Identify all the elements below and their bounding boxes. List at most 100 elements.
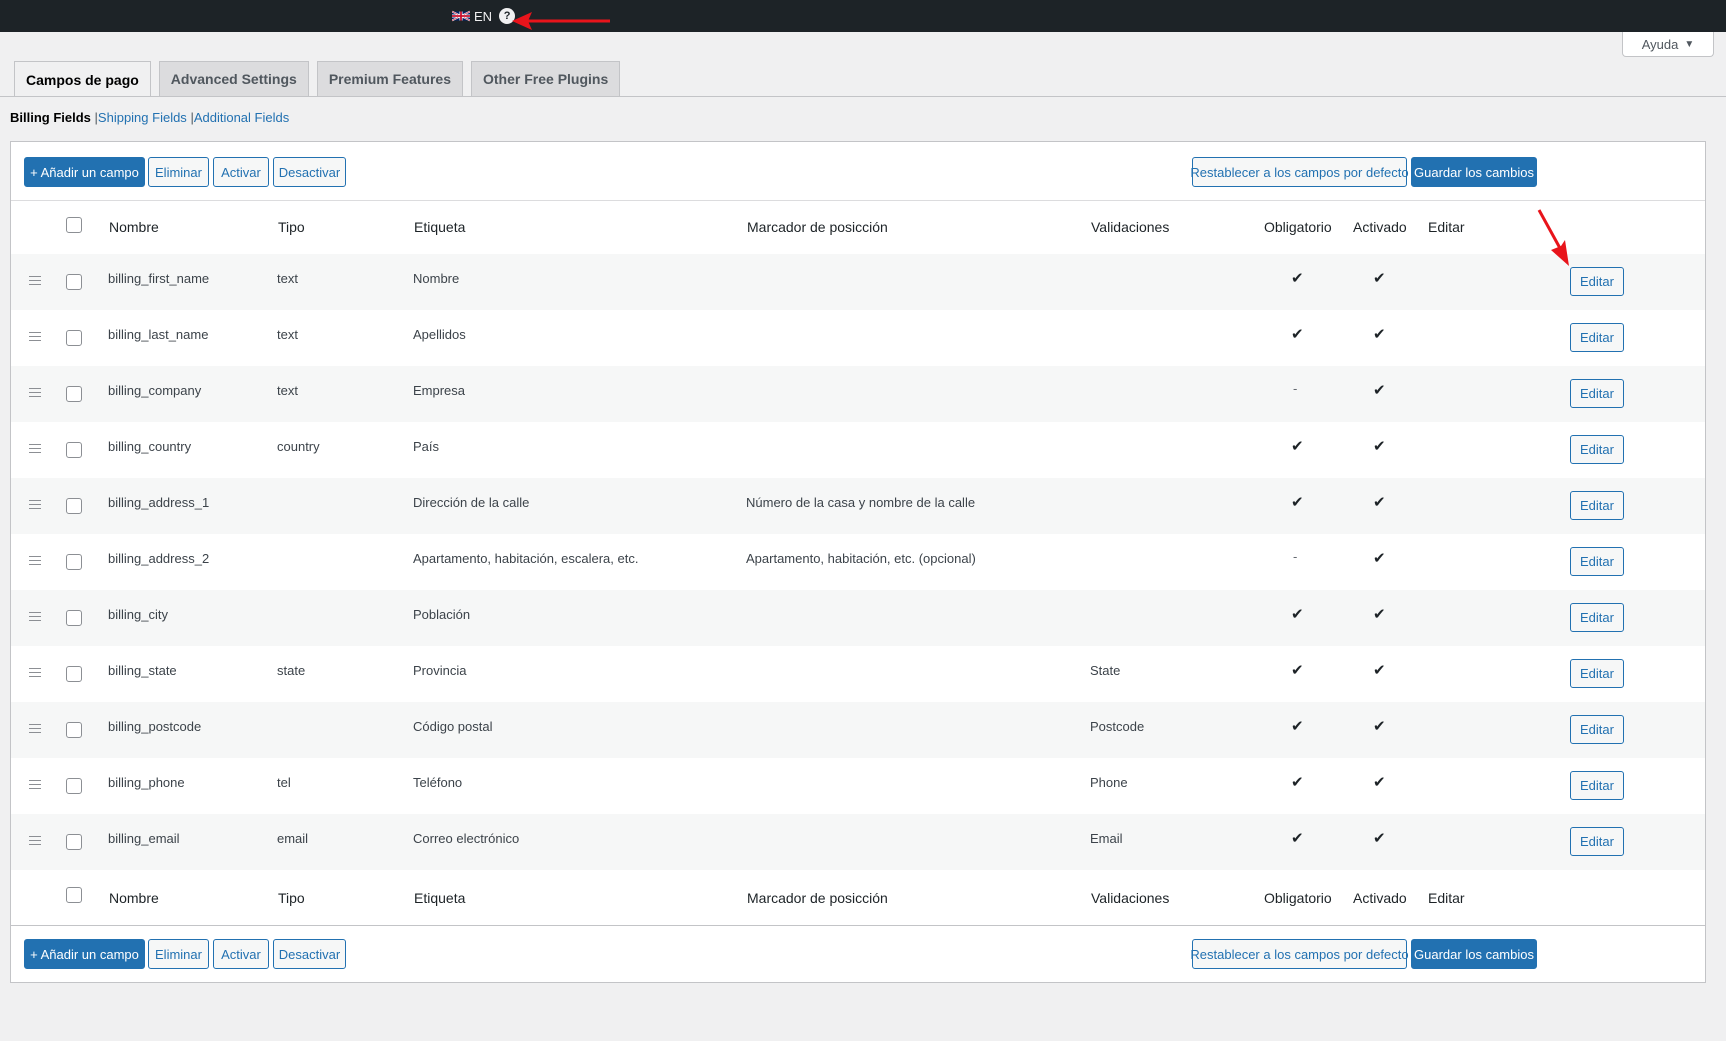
- add-field-button[interactable]: + Añadir un campo: [24, 157, 145, 187]
- field-validations: Email: [1090, 831, 1123, 846]
- add-field-button-bottom[interactable]: + Añadir un campo: [24, 939, 145, 969]
- save-changes-button-bottom[interactable]: Guardar los cambios: [1411, 939, 1537, 969]
- row-checkbox[interactable]: [66, 722, 82, 738]
- drag-handle-icon[interactable]: [29, 388, 41, 398]
- select-all-checkbox-footer[interactable]: [66, 887, 82, 903]
- annotation-arrow-icon: [512, 12, 610, 30]
- table-row: billing_address_2 Apartamento, habitación…: [11, 534, 1705, 590]
- row-checkbox[interactable]: [66, 666, 82, 682]
- field-label: Nombre: [413, 271, 460, 286]
- language-switcher[interactable]: EN ?: [452, 7, 516, 25]
- table-row: billing_first_name text Nombre ✔ ✔ Editar: [11, 254, 1705, 310]
- drag-handle-icon[interactable]: [29, 668, 41, 678]
- enabled-check-icon: ✔: [1373, 606, 1386, 623]
- col-name-footer: Nombre: [109, 890, 159, 906]
- enable-button-bottom[interactable]: Activar: [213, 939, 269, 969]
- edit-field-button[interactable]: Editar: [1570, 715, 1624, 744]
- row-checkbox[interactable]: [66, 610, 82, 626]
- language-code: EN: [474, 8, 493, 24]
- row-checkbox[interactable]: [66, 442, 82, 458]
- required-check-icon: ✔: [1291, 718, 1304, 735]
- remove-button-bottom[interactable]: Eliminar: [148, 939, 209, 969]
- row-checkbox[interactable]: [66, 330, 82, 346]
- top-action-bar: + Añadir un campo Eliminar Activar Desac…: [11, 142, 1705, 201]
- edit-field-button[interactable]: Editar: [1570, 827, 1624, 856]
- field-name: billing_company: [108, 383, 202, 398]
- drag-handle-icon[interactable]: [29, 556, 41, 566]
- table-row: billing_company text Empresa - ✔ Editar: [11, 366, 1705, 422]
- edit-field-button[interactable]: Editar: [1570, 603, 1624, 632]
- row-checkbox[interactable]: [66, 498, 82, 514]
- edit-field-button[interactable]: Editar: [1570, 379, 1624, 408]
- fields-panel: + Añadir un campo Eliminar Activar Desac…: [10, 141, 1706, 983]
- enabled-check-icon: ✔: [1373, 382, 1386, 399]
- row-checkbox[interactable]: [66, 834, 82, 850]
- enabled-check-icon: ✔: [1373, 326, 1386, 343]
- edit-field-button[interactable]: Editar: [1570, 435, 1624, 464]
- subnav-link-additional[interactable]: Additional Fields: [194, 110, 289, 125]
- field-type: state: [277, 663, 306, 678]
- select-all-checkbox[interactable]: [66, 217, 82, 233]
- field-type: text: [277, 327, 298, 342]
- table-row: billing_state state Provincia State ✔ ✔ Editar: [11, 646, 1705, 702]
- col-enabled-footer: Activado: [1353, 890, 1407, 906]
- col-label: Etiqueta: [414, 219, 466, 235]
- field-name: billing_address_2: [108, 551, 210, 566]
- enabled-check-icon: ✔: [1373, 774, 1386, 791]
- edit-field-button[interactable]: Editar: [1570, 323, 1624, 352]
- field-type: tel: [277, 775, 291, 790]
- field-label: Correo electrónico: [413, 831, 520, 846]
- drag-handle-icon[interactable]: [29, 332, 41, 342]
- tab-other-free-plugins[interactable]: Other Free Plugins: [471, 61, 621, 96]
- tab-advanced-settings[interactable]: Advanced Settings: [158, 61, 309, 96]
- field-label: Código postal: [413, 719, 493, 734]
- drag-handle-icon[interactable]: [29, 276, 41, 286]
- field-type: text: [277, 383, 298, 398]
- tab-campos-de-pago[interactable]: Campos de pago: [14, 61, 151, 97]
- field-type: text: [277, 271, 298, 286]
- drag-handle-icon[interactable]: [29, 724, 41, 734]
- edit-field-button[interactable]: Editar: [1570, 659, 1624, 688]
- field-label: Teléfono: [413, 775, 463, 790]
- table-row: billing_city Población ✔ ✔ Editar: [11, 590, 1705, 646]
- drag-handle-icon[interactable]: [29, 612, 41, 622]
- table-header: Nombre Tipo Etiqueta Marcador de posicci…: [11, 201, 1705, 255]
- row-checkbox[interactable]: [66, 386, 82, 402]
- drag-handle-icon[interactable]: [29, 780, 41, 790]
- help-tab-button[interactable]: Ayuda ▼: [1622, 32, 1714, 57]
- reset-defaults-button[interactable]: Restablecer a los campos por defecto: [1190, 157, 1409, 187]
- table-row: billing_last_name text Apellidos ✔ ✔ Editar: [11, 310, 1705, 366]
- field-name: billing_last_name: [108, 327, 209, 342]
- enabled-check-icon: ✔: [1373, 494, 1386, 511]
- field-name: billing_country: [108, 439, 192, 454]
- required-check-icon: ✔: [1291, 438, 1304, 455]
- col-validations-footer: Validaciones: [1091, 890, 1170, 906]
- edit-field-button[interactable]: Editar: [1570, 491, 1624, 520]
- help-tab-label: Ayuda: [1641, 36, 1679, 52]
- subnav-link-shipping[interactable]: Shipping Fields: [98, 110, 187, 125]
- table-footer: Nombre Tipo Etiqueta Marcador de posicci…: [11, 872, 1705, 925]
- col-name: Nombre: [109, 219, 159, 235]
- edit-field-button[interactable]: Editar: [1570, 547, 1624, 576]
- required-check-icon: ✔: [1291, 662, 1304, 679]
- row-checkbox[interactable]: [66, 778, 82, 794]
- field-validations: Postcode: [1090, 719, 1145, 734]
- drag-handle-icon[interactable]: [29, 444, 41, 454]
- required-check-icon: ✔: [1291, 606, 1304, 623]
- edit-field-button[interactable]: Editar: [1570, 771, 1624, 800]
- reset-defaults-button-bottom[interactable]: Restablecer a los campos por defecto: [1190, 939, 1409, 969]
- disable-button[interactable]: Desactivar: [273, 157, 346, 187]
- edit-field-button[interactable]: Editar: [1570, 267, 1624, 296]
- disable-button-bottom[interactable]: Desactivar: [273, 939, 346, 969]
- drag-handle-icon[interactable]: [29, 500, 41, 510]
- row-checkbox[interactable]: [66, 554, 82, 570]
- tab-premium-features[interactable]: Premium Features: [316, 61, 463, 96]
- enabled-check-icon: ✔: [1373, 830, 1386, 847]
- uk-flag-icon: [452, 10, 470, 22]
- row-checkbox[interactable]: [66, 274, 82, 290]
- enable-button[interactable]: Activar: [213, 157, 269, 187]
- remove-button[interactable]: Eliminar: [148, 157, 209, 187]
- field-label: Provincia: [413, 663, 467, 678]
- save-changes-button[interactable]: Guardar los cambios: [1411, 157, 1537, 187]
- drag-handle-icon[interactable]: [29, 836, 41, 846]
